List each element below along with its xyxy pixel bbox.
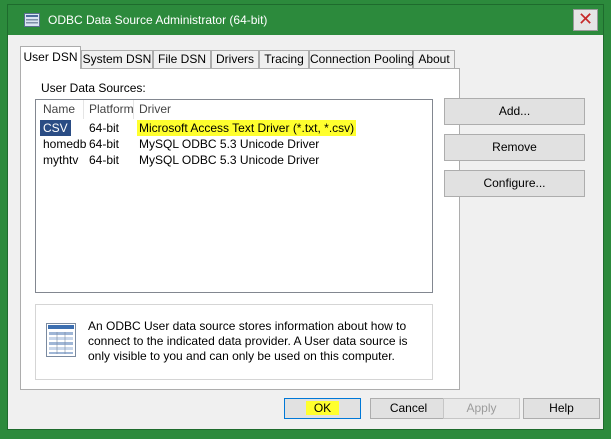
dsn-name: CSV: [40, 120, 71, 136]
data-sources-list[interactable]: Name Platform Driver CSV 64-bit Microsof…: [35, 99, 433, 293]
dsn-driver: Microsoft Access Text Driver (*.txt, *.c…: [137, 120, 357, 136]
dsn-driver: MySQL ODBC 5.3 Unicode Driver: [139, 153, 320, 167]
ok-button-label: OK: [305, 401, 340, 415]
ok-button[interactable]: OK: [284, 398, 361, 419]
tab-file-dsn[interactable]: File DSN: [153, 50, 211, 68]
column-divider[interactable]: [133, 100, 134, 119]
close-button[interactable]: ✕: [573, 9, 598, 31]
data-source-info-icon: [46, 323, 76, 357]
tab-tracing[interactable]: Tracing: [259, 50, 309, 68]
list-header: Name Platform Driver: [36, 100, 432, 119]
tab-system-dsn[interactable]: System DSN: [81, 50, 153, 68]
dsn-platform: 64-bit: [89, 137, 120, 151]
info-description: An ODBC User data source stores informat…: [88, 319, 408, 363]
window-title: ODBC Data Source Administrator (64-bit): [48, 13, 268, 27]
odbc-app-icon: [24, 13, 40, 27]
list-item[interactable]: mythtv 64-bit MySQL ODBC 5.3 Unicode Dri…: [36, 152, 432, 168]
tab-connection-pooling[interactable]: Connection Pooling: [309, 50, 414, 68]
help-button[interactable]: Help: [523, 398, 600, 419]
title-bar[interactable]: ODBC Data Source Administrator (64-bit) …: [8, 5, 603, 35]
column-header-name[interactable]: Name: [43, 102, 75, 116]
configure-button[interactable]: Configure...: [444, 170, 585, 197]
user-data-sources-label: User Data Sources:: [41, 81, 146, 95]
list-item[interactable]: homedb 64-bit MySQL ODBC 5.3 Unicode Dri…: [36, 136, 432, 152]
add-button[interactable]: Add...: [444, 98, 585, 125]
close-icon: ✕: [577, 9, 594, 30]
dsn-driver: MySQL ODBC 5.3 Unicode Driver: [139, 137, 320, 151]
tab-about[interactable]: About: [413, 50, 455, 68]
dsn-name: homedb: [43, 137, 87, 151]
dsn-platform: 64-bit: [89, 153, 120, 167]
column-header-platform[interactable]: Platform: [89, 102, 134, 116]
column-divider[interactable]: [83, 100, 84, 119]
cancel-button[interactable]: Cancel: [370, 398, 447, 419]
apply-button[interactable]: Apply: [443, 398, 520, 419]
tab-drivers[interactable]: Drivers: [211, 50, 259, 68]
user-dsn-panel: User Data Sources: Name Platform Driver …: [20, 68, 460, 390]
odbc-admin-window: ODBC Data Source Administrator (64-bit) …: [7, 4, 604, 430]
info-box: An ODBC User data source stores informat…: [35, 304, 433, 380]
dsn-name: mythtv: [43, 153, 79, 167]
tab-user-dsn[interactable]: User DSN: [20, 46, 81, 69]
remove-button[interactable]: Remove: [444, 134, 585, 161]
dsn-platform: 64-bit: [89, 121, 120, 135]
list-item[interactable]: CSV 64-bit Microsoft Access Text Driver …: [36, 120, 432, 136]
column-header-driver[interactable]: Driver: [139, 102, 171, 116]
